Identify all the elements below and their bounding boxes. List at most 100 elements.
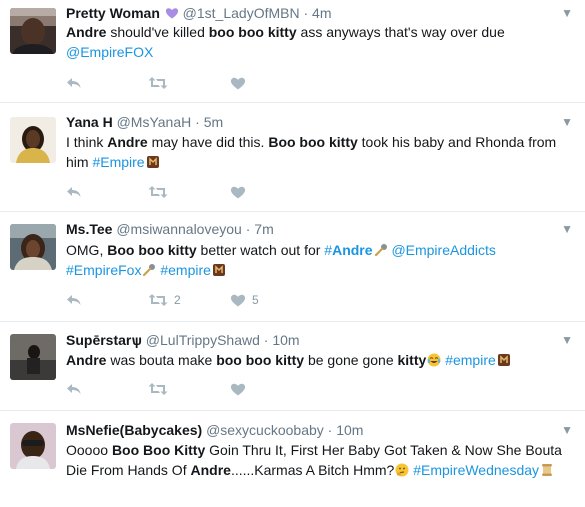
timestamp[interactable]: 4m	[312, 5, 331, 21]
purple-heart-icon	[164, 5, 179, 21]
separator-dot: ·	[195, 114, 200, 130]
tweet-text: Ooooo Boo Boo Kitty Goin Thru It, First …	[66, 442, 562, 478]
tweet[interactable]: MsNefie(Babycakes) @sexycuckoobaby · 10m…	[0, 411, 585, 507]
user-handle[interactable]: @LulTrippyShawd	[146, 332, 260, 348]
display-name[interactable]: MsNefie(Babycakes)	[66, 422, 202, 438]
heart-icon	[230, 382, 246, 396]
timestamp[interactable]: 5m	[204, 114, 223, 130]
retweet-button[interactable]	[148, 76, 230, 90]
reply-button[interactable]	[66, 382, 148, 396]
retweet-button[interactable]	[148, 185, 230, 199]
avatar[interactable]	[10, 117, 56, 163]
separator-dot: ·	[327, 422, 333, 438]
hashtag-link[interactable]: Andre	[332, 242, 372, 258]
avatar[interactable]	[10, 423, 56, 469]
tweet-text: Andre should've killed boo boo kitty ass…	[66, 24, 505, 60]
heart-icon	[230, 293, 246, 307]
reply-button[interactable]	[66, 293, 148, 307]
tweet-header: MsNefie(Babycakes) @sexycuckoobaby · 10m	[66, 421, 363, 439]
tweet-actions	[66, 73, 312, 93]
tweet-header: Pretty Woman @1st_LadyOfMBN · 4m	[66, 4, 331, 22]
chevron-down-icon[interactable]: ▼	[561, 333, 573, 347]
user-handle[interactable]: @sexycuckoobaby	[206, 422, 324, 438]
timeline: Pretty Woman @1st_LadyOfMBN · 4m ▼ Andre…	[0, 0, 585, 507]
chevron-down-icon[interactable]: ▼	[561, 6, 573, 20]
hashtag-link[interactable]: #EmpireFox	[66, 262, 141, 278]
display-name[interactable]: Supērstarѱ	[66, 332, 142, 348]
hashtag-link[interactable]: #Empire	[92, 154, 144, 170]
hashtag-link[interactable]: #empire	[160, 262, 211, 278]
empire-logo-icon	[496, 352, 511, 368]
like-button[interactable]	[230, 76, 312, 90]
reply-button[interactable]	[66, 185, 148, 199]
reply-icon	[66, 76, 82, 90]
highlighted-keyword: Boo boo kitty	[268, 134, 358, 150]
reply-icon	[66, 382, 82, 396]
retweet-icon	[148, 185, 168, 199]
retweet-icon	[148, 382, 168, 396]
timestamp[interactable]: 10m	[336, 422, 363, 438]
highlighted-keyword: Andre	[107, 134, 148, 150]
timestamp[interactable]: 10m	[272, 332, 299, 348]
avatar[interactable]	[10, 8, 56, 54]
display-name[interactable]: Ms.Tee	[66, 221, 112, 237]
highlighted-keyword: kitty	[397, 352, 427, 368]
like-button[interactable]	[230, 382, 312, 396]
thinking-icon	[394, 462, 409, 478]
separator-dot: ·	[263, 332, 269, 348]
retweet-icon	[148, 76, 168, 90]
scroll-icon	[539, 462, 554, 478]
separator-dot: ·	[303, 5, 309, 21]
empire-logo-icon	[145, 154, 160, 170]
retweet-count: 2	[174, 293, 181, 307]
chevron-down-icon[interactable]: ▼	[561, 423, 573, 437]
heart-icon	[230, 185, 246, 199]
microphone-icon	[141, 262, 156, 278]
user-handle[interactable]: @MsYanaH	[117, 114, 192, 130]
user-handle[interactable]: @1st_LadyOfMBN	[183, 5, 300, 21]
tweet[interactable]: Supērstarѱ @LulTrippyShawd · 10m ▼ Andre…	[0, 322, 585, 411]
highlighted-keyword: Andre	[66, 352, 107, 368]
tweet-text: Andre was bouta make boo boo kitty be go…	[66, 350, 571, 370]
separator-dot: ·	[245, 221, 251, 237]
like-button[interactable]: 5	[230, 293, 312, 307]
tweet-text: I think Andre may have did this. Boo boo…	[66, 134, 557, 170]
avatar[interactable]	[10, 224, 56, 270]
retweet-icon	[148, 293, 168, 307]
chevron-down-icon[interactable]: ▼	[561, 115, 573, 129]
highlighted-keyword: Boo boo kitty	[107, 242, 197, 258]
tweet[interactable]: Yana H @MsYanaH · 5m ▼ I think Andre may…	[0, 103, 585, 212]
mention-link[interactable]: @EmpireFOX	[66, 44, 153, 60]
hashtag-link[interactable]: #empire	[445, 352, 496, 368]
like-count: 5	[252, 293, 259, 307]
chevron-down-icon[interactable]: ▼	[561, 222, 573, 236]
retweet-button[interactable]	[148, 382, 230, 396]
tweet[interactable]: Pretty Woman @1st_LadyOfMBN · 4m ▼ Andre…	[0, 0, 585, 103]
microphone-icon	[373, 242, 388, 258]
display-name[interactable]: Yana H	[66, 114, 113, 130]
highlighted-keyword: boo boo kitty	[208, 24, 297, 40]
reply-icon	[66, 293, 82, 307]
reply-icon	[66, 185, 82, 199]
reply-button[interactable]	[66, 76, 148, 90]
tweet-header: Ms.Tee @msiwannaloveyou · 7m	[66, 220, 274, 238]
highlighted-keyword: Andre	[190, 462, 231, 478]
highlighted-keyword: boo boo kitty	[216, 352, 305, 368]
tweet-text: OMG, Boo boo kitty better watch out for …	[66, 242, 496, 278]
timestamp[interactable]: 7m	[254, 221, 273, 237]
mention-link[interactable]: @EmpireAddicts	[391, 242, 495, 258]
hashtag-link[interactable]: #	[324, 242, 332, 258]
like-button[interactable]	[230, 185, 312, 199]
tweet-header: Yana H @MsYanaH · 5m	[66, 113, 223, 131]
tears-of-joy-icon	[426, 352, 441, 368]
tweet-actions	[66, 379, 312, 399]
tweet-actions: 2 5	[66, 290, 312, 310]
tweet[interactable]: Ms.Tee @msiwannaloveyou · 7m ▼ OMG, Boo …	[0, 212, 585, 322]
empire-logo-icon	[211, 262, 226, 278]
avatar[interactable]	[10, 334, 56, 380]
user-handle[interactable]: @msiwannaloveyou	[116, 221, 242, 237]
display-name[interactable]: Pretty Woman	[66, 5, 160, 21]
retweet-button[interactable]: 2	[148, 293, 230, 307]
hashtag-link[interactable]: #EmpireWednesday	[413, 462, 539, 478]
highlighted-keyword: Andre	[66, 24, 107, 40]
